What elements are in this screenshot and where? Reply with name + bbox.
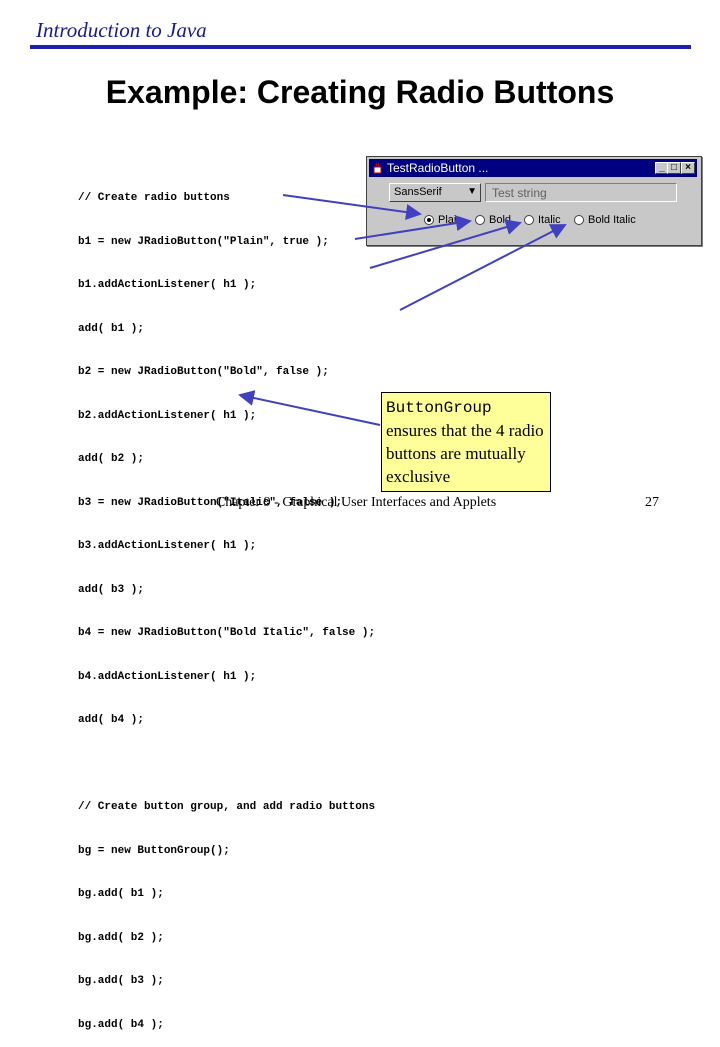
callout-code-text: ButtonGroup	[386, 399, 492, 417]
code-line: b3.addActionListener( h1 );	[78, 540, 257, 552]
code-line: bg.add( b4 );	[78, 1018, 164, 1031]
arrow-b3-to-italic	[369, 219, 522, 269]
arrow-b4-to-bold-italic	[399, 224, 567, 311]
page-number: 27	[645, 495, 659, 510]
arrow-b2-to-bold	[354, 215, 472, 240]
code-line: bg = new ButtonGroup();	[78, 844, 230, 857]
code-line: bg.add( b2 );	[78, 931, 164, 944]
code-line: add( b4 );	[78, 714, 145, 726]
callout-text: ensures that the 4 radio buttons are mut…	[386, 421, 544, 486]
code-line: add( b3 );	[78, 583, 145, 596]
code-line: // Create button group, and add radio bu…	[78, 801, 376, 813]
footer-text: Chapter 9 - Graphical User Interfaces an…	[215, 495, 497, 510]
arrow-b1-to-plain	[282, 194, 422, 221]
code-line: b4 = new JRadioButton("Bold Italic", fal…	[78, 627, 376, 639]
code-line: bg.add( b1 );	[78, 888, 164, 900]
arrow-callout-to-bg	[238, 390, 381, 426]
annotation-arrows	[238, 194, 567, 426]
code-line: b4.addActionListener( h1 );	[78, 670, 257, 683]
callout-box: ButtonGroup ensures that the 4 radio but…	[381, 392, 551, 492]
code-line: bg.add( b3 );	[78, 975, 164, 987]
